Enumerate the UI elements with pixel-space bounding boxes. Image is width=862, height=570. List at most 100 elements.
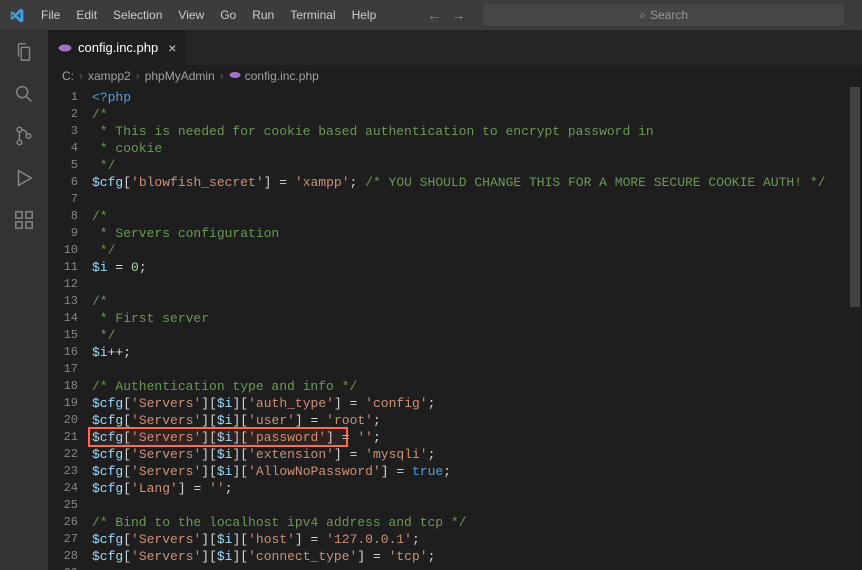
breadcrumb-drive[interactable]: C: <box>62 69 74 83</box>
code-line[interactable]: $cfg['Servers'][$i]['password'] = ''; <box>92 429 862 446</box>
code-line[interactable] <box>92 565 862 570</box>
menu-go[interactable]: Go <box>213 4 243 26</box>
tab-filename: config.inc.php <box>78 40 158 55</box>
line-number: 18 <box>48 378 78 395</box>
activity-bar <box>0 30 48 570</box>
line-number: 1 <box>48 89 78 106</box>
line-number: 9 <box>48 225 78 242</box>
tab-config-inc-php[interactable]: config.inc.php × <box>48 30 187 65</box>
code-line[interactable]: * This is needed for cookie based authen… <box>92 123 862 140</box>
code-line[interactable]: /* <box>92 208 862 225</box>
line-number: 4 <box>48 140 78 157</box>
php-file-icon <box>58 41 72 55</box>
code-line[interactable]: $cfg['blowfish_secret'] = 'xampp'; /* YO… <box>92 174 862 191</box>
code-line[interactable]: $cfg['Servers'][$i]['auth_type'] = 'conf… <box>92 395 862 412</box>
line-number: 20 <box>48 412 78 429</box>
breadcrumbs[interactable]: C: › xampp2 › phpMyAdmin › config.inc.ph… <box>48 65 862 87</box>
tab-close-icon[interactable]: × <box>168 40 176 56</box>
line-number: 25 <box>48 497 78 514</box>
line-number: 28 <box>48 548 78 565</box>
chevron-right-icon: › <box>79 69 83 83</box>
vertical-scrollbar[interactable] <box>848 87 862 570</box>
extensions-icon[interactable] <box>12 208 36 232</box>
line-number: 24 <box>48 480 78 497</box>
code-line[interactable] <box>92 191 862 208</box>
code-line[interactable]: * Servers configuration <box>92 225 862 242</box>
code-line[interactable]: $i++; <box>92 344 862 361</box>
editor-tabs: config.inc.php × <box>48 30 862 65</box>
code-line[interactable]: $cfg['Servers'][$i]['user'] = 'root'; <box>92 412 862 429</box>
main-menu: File Edit Selection View Go Run Terminal… <box>34 4 383 26</box>
menu-selection[interactable]: Selection <box>106 4 169 26</box>
code-line[interactable]: $cfg['Servers'][$i]['host'] = '127.0.0.1… <box>92 531 862 548</box>
code-line[interactable]: $i = 0; <box>92 259 862 276</box>
line-number: 10 <box>48 242 78 259</box>
line-number: 6 <box>48 174 78 191</box>
source-control-icon[interactable] <box>12 124 36 148</box>
search-activity-icon[interactable] <box>12 82 36 106</box>
line-number: 5 <box>48 157 78 174</box>
line-number: 12 <box>48 276 78 293</box>
code-line[interactable]: * First server <box>92 310 862 327</box>
code-line[interactable]: */ <box>92 242 862 259</box>
code-line[interactable] <box>92 276 862 293</box>
code-line[interactable]: <?php <box>92 89 862 106</box>
editor-area: config.inc.php × C: › xampp2 › phpMyAdmi… <box>48 30 862 570</box>
line-number: 19 <box>48 395 78 412</box>
code-line[interactable]: /* Bind to the localhost ipv4 address an… <box>92 514 862 531</box>
search-placeholder: Search <box>650 8 688 22</box>
line-number: 2 <box>48 106 78 123</box>
line-number: 21 <box>48 429 78 446</box>
code-line[interactable]: * cookie <box>92 140 862 157</box>
code-line[interactable]: /* Authentication type and info */ <box>92 378 862 395</box>
nav-arrows: ← → <box>427 7 465 23</box>
code-content[interactable]: <?php/* * This is needed for cookie base… <box>92 87 862 570</box>
line-number: 15 <box>48 327 78 344</box>
line-number: 17 <box>48 361 78 378</box>
search-icon: ⌕ <box>639 8 646 23</box>
chevron-right-icon: › <box>136 69 140 83</box>
line-number: 14 <box>48 310 78 327</box>
line-number: 26 <box>48 514 78 531</box>
line-number: 23 <box>48 463 78 480</box>
vscode-logo-icon <box>8 7 24 23</box>
menu-terminal[interactable]: Terminal <box>283 4 342 26</box>
chevron-right-icon: › <box>220 69 224 83</box>
code-line[interactable]: /* <box>92 106 862 123</box>
code-line[interactable]: /* <box>92 293 862 310</box>
line-number: 11 <box>48 259 78 276</box>
code-line[interactable]: $cfg['Lang'] = ''; <box>92 480 862 497</box>
breadcrumb-folder2[interactable]: phpMyAdmin <box>145 69 215 83</box>
nav-back-icon[interactable]: ← <box>427 7 441 23</box>
scrollbar-thumb[interactable] <box>850 87 860 307</box>
line-number: 22 <box>48 446 78 463</box>
code-line[interactable]: $cfg['Servers'][$i]['extension'] = 'mysq… <box>92 446 862 463</box>
code-line[interactable] <box>92 497 862 514</box>
code-line[interactable] <box>92 361 862 378</box>
code-line[interactable]: $cfg['Servers'][$i]['connect_type'] = 't… <box>92 548 862 565</box>
menu-edit[interactable]: Edit <box>69 4 104 26</box>
line-number: 13 <box>48 293 78 310</box>
line-number: 16 <box>48 344 78 361</box>
nav-forward-icon[interactable]: → <box>451 7 465 23</box>
menu-run[interactable]: Run <box>245 4 281 26</box>
code-line[interactable]: $cfg['Servers'][$i]['AllowNoPassword'] =… <box>92 463 862 480</box>
code-line[interactable]: */ <box>92 157 862 174</box>
explorer-icon[interactable] <box>12 40 36 64</box>
menu-view[interactable]: View <box>171 4 211 26</box>
line-number: 27 <box>48 531 78 548</box>
line-number: 7 <box>48 191 78 208</box>
title-bar: File Edit Selection View Go Run Terminal… <box>0 0 862 30</box>
menu-help[interactable]: Help <box>345 4 384 26</box>
run-debug-icon[interactable] <box>12 166 36 190</box>
line-number: 8 <box>48 208 78 225</box>
code-line[interactable]: */ <box>92 327 862 344</box>
breadcrumb-folder1[interactable]: xampp2 <box>88 69 131 83</box>
line-number: 29 <box>48 565 78 570</box>
breadcrumb-file[interactable]: config.inc.php <box>245 69 319 83</box>
menu-file[interactable]: File <box>34 4 67 26</box>
line-number-gutter: 1234567891011121314151617181920212223242… <box>48 87 92 570</box>
command-center-search[interactable]: ⌕ Search <box>483 4 844 26</box>
line-number: 3 <box>48 123 78 140</box>
code-editor[interactable]: 1234567891011121314151617181920212223242… <box>48 87 862 570</box>
